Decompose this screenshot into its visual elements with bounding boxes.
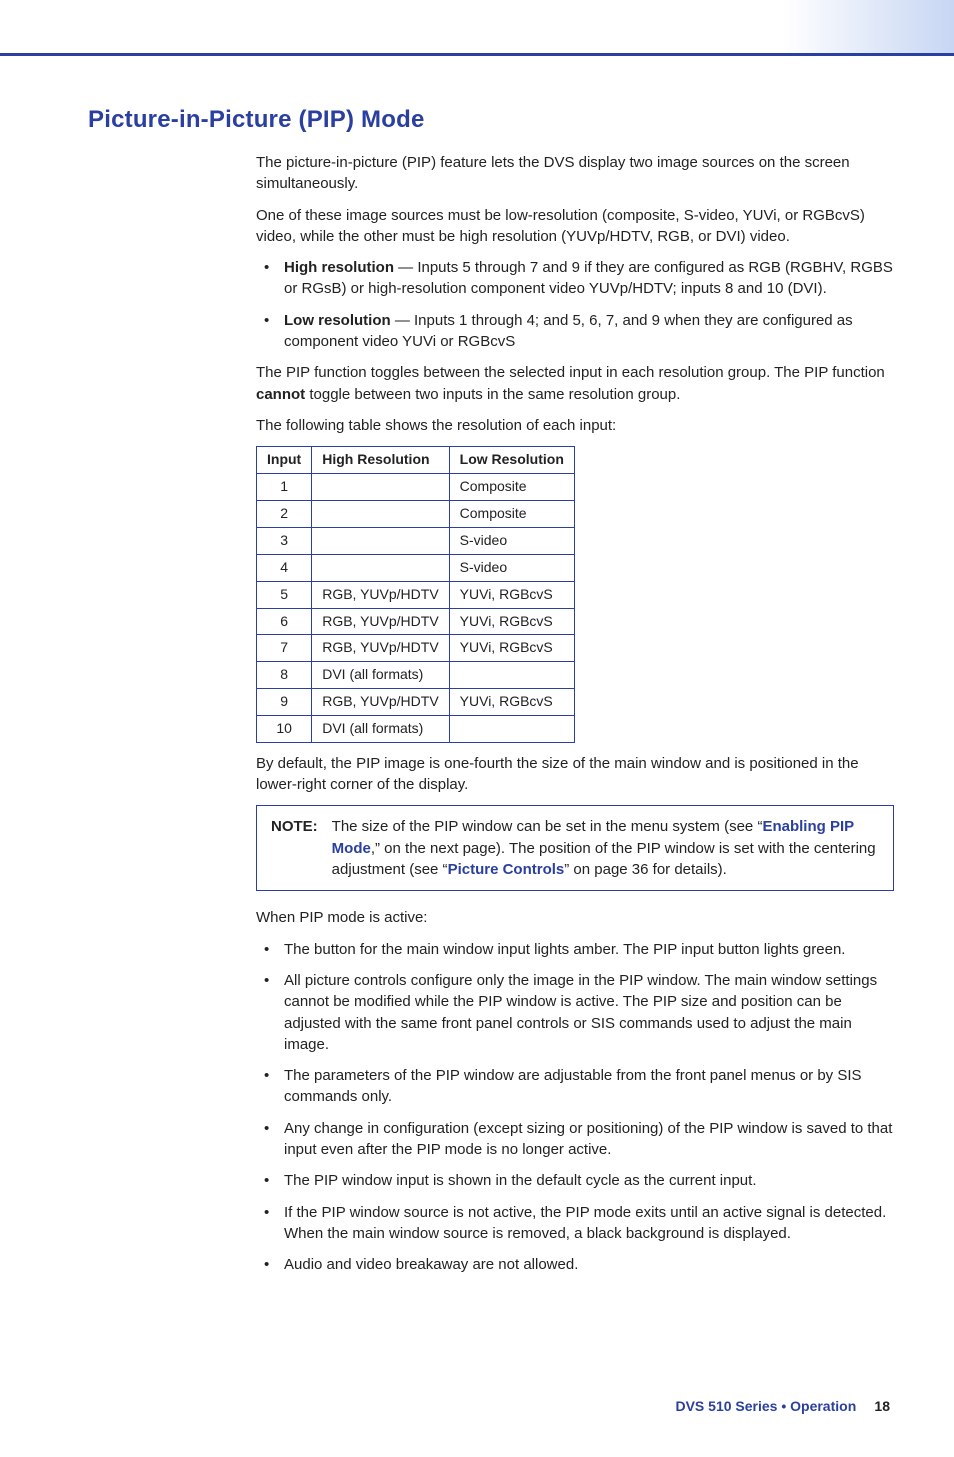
high-resolution-label: High resolution [284, 259, 394, 276]
text-span: The PIP function toggles between the sel… [256, 364, 885, 381]
list-item: Low resolution — Inputs 1 through 4; and… [256, 310, 894, 353]
table-row: 7RGB, YUVp/HDTVYUVi, RGBcvS [257, 635, 575, 662]
paragraph-when-active: When PIP mode is active: [256, 907, 894, 928]
list-item: High resolution — Inputs 5 through 7 and… [256, 257, 894, 300]
cell-input: 3 [257, 527, 312, 554]
list-item: The PIP window input is shown in the def… [256, 1170, 894, 1191]
list-item: The parameters of the PIP window are adj… [256, 1065, 894, 1108]
col-high-resolution: High Resolution [312, 447, 449, 474]
cell-hr [312, 527, 449, 554]
table-row: 8DVI (all formats) [257, 662, 575, 689]
paragraph-toggle: The PIP function toggles between the sel… [256, 362, 894, 405]
page-heading: Picture-in-Picture (PIP) Mode [88, 106, 894, 134]
cell-lr: YUVi, RGBcvS [449, 635, 574, 662]
cell-input: 7 [257, 635, 312, 662]
cell-lr [449, 662, 574, 689]
paragraph-intro-1: The picture-in-picture (PIP) feature let… [256, 152, 894, 195]
list-item: If the PIP window source is not active, … [256, 1202, 894, 1245]
col-input: Input [257, 447, 312, 474]
page-footer: DVS 510 Series • Operation 18 [256, 1396, 894, 1417]
note-body: The size of the PIP window can be set in… [332, 816, 879, 880]
link-picture-controls[interactable]: Picture Controls [448, 861, 565, 878]
cell-input: 9 [257, 689, 312, 716]
table-row: 10DVI (all formats) [257, 716, 575, 743]
input-resolution-table: Input High Resolution Low Resolution 1 Co… [256, 446, 575, 743]
table-row: 5RGB, YUVp/HDTVYUVi, RGBcvS [257, 581, 575, 608]
text-span: toggle between two inputs in the same re… [305, 386, 680, 403]
list-item: The button for the main window input lig… [256, 939, 894, 960]
paragraph-intro-2: One of these image sources must be low-r… [256, 205, 894, 248]
table-row: 1 Composite [257, 474, 575, 501]
cell-hr [312, 554, 449, 581]
cell-hr: RGB, YUVp/HDTV [312, 635, 449, 662]
list-item: Any change in configuration (except sizi… [256, 1118, 894, 1161]
cell-input: 1 [257, 474, 312, 501]
table-header-row: Input High Resolution Low Resolution [257, 447, 575, 474]
table-row: 9RGB, YUVp/HDTVYUVi, RGBcvS [257, 689, 575, 716]
table-row: 6RGB, YUVp/HDTVYUVi, RGBcvS [257, 608, 575, 635]
cell-hr: DVI (all formats) [312, 662, 449, 689]
text-span: ” on page 36 for details). [564, 861, 727, 878]
cell-hr: RGB, YUVp/HDTV [312, 608, 449, 635]
resolution-definitions-list: High resolution — Inputs 5 through 7 and… [256, 257, 894, 352]
cell-lr: S-video [449, 554, 574, 581]
cell-input: 5 [257, 581, 312, 608]
cell-hr: RGB, YUVp/HDTV [312, 689, 449, 716]
table-row: 2 Composite [257, 501, 575, 528]
low-resolution-label: Low resolution [284, 312, 391, 329]
cell-lr: S-video [449, 527, 574, 554]
text-span: The size of the PIP window can be set in… [332, 818, 763, 835]
col-low-resolution: Low Resolution [449, 447, 574, 474]
cell-hr [312, 474, 449, 501]
cell-lr [449, 716, 574, 743]
cell-lr: YUVi, RGBcvS [449, 608, 574, 635]
pip-active-behavior-list: The button for the main window input lig… [256, 939, 894, 1276]
table-row: 3 S-video [257, 527, 575, 554]
cell-input: 10 [257, 716, 312, 743]
paragraph-table-intro: The following table shows the resolution… [256, 415, 894, 436]
header-gradient-bar [0, 0, 954, 56]
cell-lr: Composite [449, 501, 574, 528]
cell-input: 8 [257, 662, 312, 689]
cell-hr: RGB, YUVp/HDTV [312, 581, 449, 608]
table-row: 4 S-video [257, 554, 575, 581]
emphasis-cannot: cannot [256, 386, 305, 403]
note-box: NOTE: The size of the PIP window can be … [256, 805, 894, 891]
cell-input: 2 [257, 501, 312, 528]
cell-hr [312, 501, 449, 528]
paragraph-default-size: By default, the PIP image is one-fourth … [256, 753, 894, 796]
footer-page-number: 18 [874, 1398, 890, 1414]
cell-input: 6 [257, 608, 312, 635]
cell-input: 4 [257, 554, 312, 581]
cell-lr: YUVi, RGBcvS [449, 689, 574, 716]
cell-lr: YUVi, RGBcvS [449, 581, 574, 608]
note-label: NOTE: [271, 816, 318, 880]
footer-title: DVS 510 Series • Operation [675, 1398, 856, 1414]
cell-hr: DVI (all formats) [312, 716, 449, 743]
list-item: All picture controls configure only the … [256, 970, 894, 1055]
list-item: Audio and video breakaway are not allowe… [256, 1254, 894, 1275]
cell-lr: Composite [449, 474, 574, 501]
